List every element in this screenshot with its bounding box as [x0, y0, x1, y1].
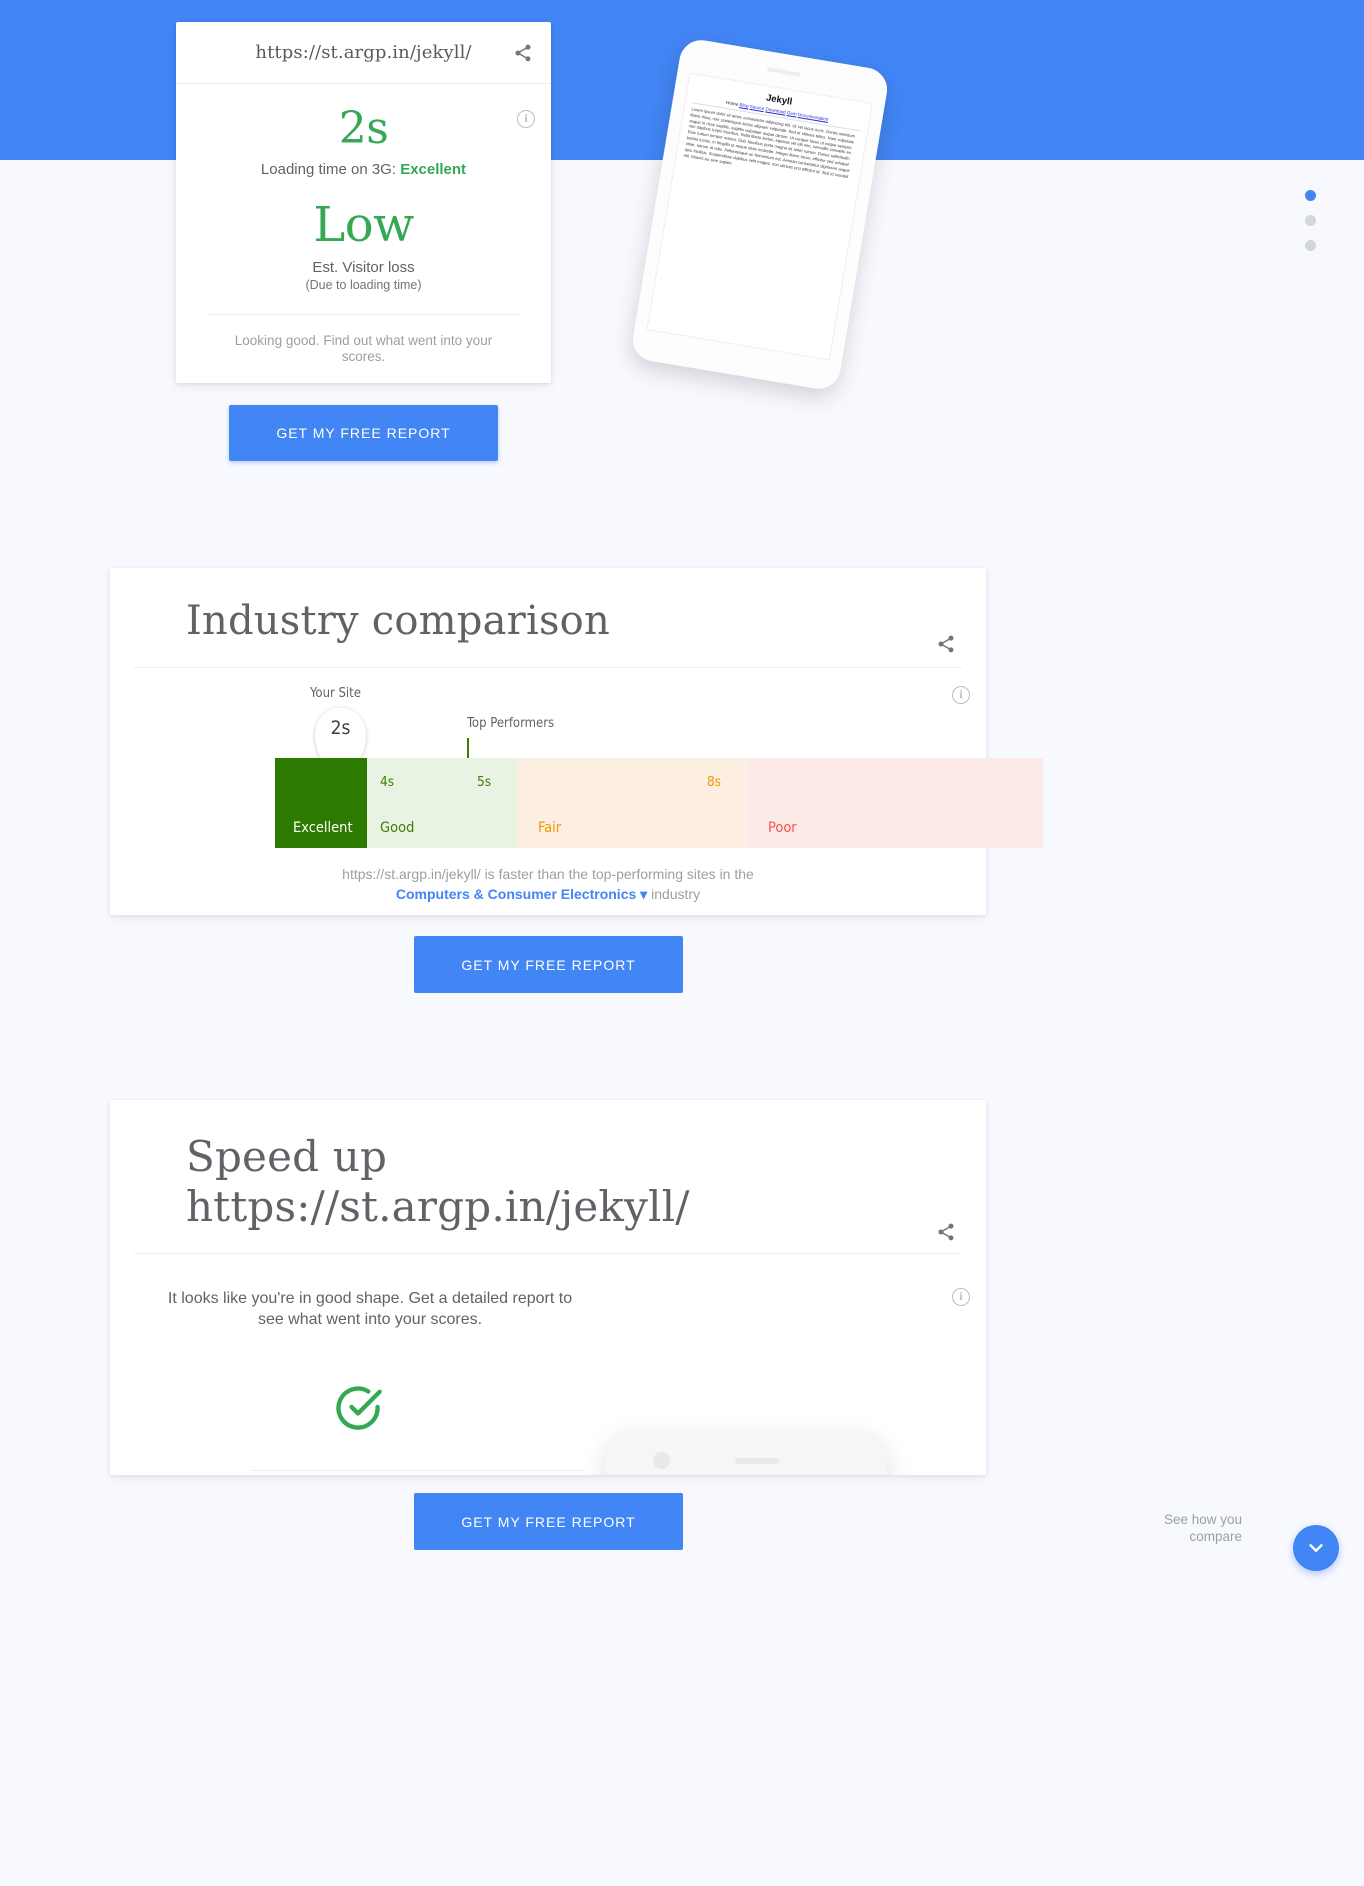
- share-icon[interactable]: [513, 43, 533, 63]
- scroll-down-fab[interactable]: [1293, 1525, 1339, 1571]
- band-label-excellent: Excellent: [293, 820, 353, 837]
- hero-section: https://st.argp.in/jekyll/ i 2s Loading …: [0, 0, 1364, 520]
- speed-card-title: Speed up https://st.argp.in/jekyll/: [110, 1100, 986, 1231]
- phone-speaker: [735, 1458, 779, 1465]
- loading-time-rating: Excellent: [400, 161, 467, 179]
- band-good: 4s 5s Good: [367, 758, 517, 849]
- tick-4s: 4s: [380, 774, 395, 791]
- share-icon[interactable]: [936, 1222, 956, 1242]
- loading-time-value: 2s: [338, 103, 389, 154]
- loading-time-caption: Loading time on 3G: Excellent: [176, 161, 551, 178]
- speed-card-title-line2: https://st.argp.in/jekyll/: [186, 1181, 690, 1231]
- speed-card-phone-mockup: Jekyll Home Blog Source Download Gem Doc…: [605, 1430, 887, 1475]
- top-performers-tick: [467, 738, 469, 759]
- info-icon[interactable]: i: [952, 686, 970, 705]
- chevron-down-icon: [1309, 1544, 1323, 1552]
- industry-selector[interactable]: Computers & Consumer Electronics ▾: [396, 886, 647, 902]
- phone-shell: [605, 1430, 887, 1475]
- pagination-dot-2[interactable]: [1305, 215, 1316, 226]
- divider: [250, 1470, 585, 1472]
- compare-hint-label: See how you compare: [1163, 1512, 1242, 1545]
- band-label-poor: Poor: [768, 820, 797, 837]
- tick-5s: 5s: [477, 774, 492, 791]
- industry-name: Computers & Consumer Electronics: [395, 886, 637, 903]
- divider: [134, 667, 962, 669]
- industry-card-title: Industry comparison: [186, 598, 610, 644]
- speed-card-copy: It looks like you're in good shape. Get …: [167, 1290, 573, 1329]
- carousel-pagination: [1305, 190, 1316, 265]
- share-icon[interactable]: [936, 634, 956, 654]
- speed-up-card: Speed up https://st.argp.in/jekyll/ i It…: [110, 1100, 986, 1475]
- band-label-fair: Fair: [538, 820, 562, 837]
- check-circle-icon: [336, 1386, 382, 1430]
- pagination-dot-3[interactable]: [1305, 240, 1316, 251]
- loading-time-prefix: Loading time on 3G:: [260, 161, 401, 179]
- your-site-label: Your Site: [310, 686, 361, 702]
- page-root: https://st.argp.in/jekyll/ i 2s Loading …: [0, 0, 1364, 1886]
- score-card-note: Looking good. Find out what went into yo…: [234, 332, 493, 365]
- score-card-url: https://st.argp.in/jekyll/: [255, 42, 472, 63]
- tick-8s: 8s: [706, 774, 721, 791]
- get-my-free-report-button-hero[interactable]: GET MY FREE REPORT: [229, 405, 498, 461]
- industry-comparison-card: Industry comparison i Your Site 2s Top P…: [110, 568, 1043, 915]
- band-label-good: Good: [380, 820, 415, 837]
- visitor-loss-sublabel: (Due to loading time): [305, 277, 422, 292]
- chart-footer: https://st.argp.in/jekyll/ is faster tha…: [110, 864, 986, 905]
- band-poor: Poor: [748, 758, 1043, 849]
- pagination-dot-1[interactable]: [1305, 190, 1316, 201]
- band-excellent: Excellent: [275, 758, 367, 849]
- info-icon[interactable]: i: [517, 110, 535, 128]
- rating-bands: Excellent 4s 5s Good 8s Fair Poor: [275, 758, 1043, 849]
- chart-footer-suffix: industry: [647, 886, 701, 903]
- your-site-value: 2s: [330, 717, 351, 740]
- top-performers-label: Top Performers: [467, 716, 555, 732]
- speed-card-title-line1: Speed up: [186, 1132, 388, 1181]
- get-my-free-report-button-bottom[interactable]: GET MY FREE REPORT: [414, 1493, 683, 1550]
- phone-camera: [653, 1452, 670, 1470]
- hero-phone-mockup: Jekyll Home Blog Source Download Gem Doc…: [629, 36, 891, 393]
- score-card: https://st.argp.in/jekyll/ i 2s Loading …: [176, 22, 551, 383]
- visitor-loss-label: Est. Visitor loss: [312, 258, 415, 276]
- score-card-header: https://st.argp.in/jekyll/: [176, 22, 551, 84]
- divider: [134, 1253, 962, 1255]
- chart-footer-prefix: https://st.argp.in/jekyll/ is faster tha…: [342, 866, 754, 883]
- score-card-body: i 2s Loading time on 3G: Excellent Low E…: [176, 84, 551, 366]
- visitor-loss-value: Low: [313, 197, 414, 254]
- get-my-free-report-button-middle[interactable]: GET MY FREE REPORT: [414, 936, 683, 993]
- band-fair: 8s Fair: [517, 758, 748, 849]
- info-icon[interactable]: i: [952, 1288, 970, 1307]
